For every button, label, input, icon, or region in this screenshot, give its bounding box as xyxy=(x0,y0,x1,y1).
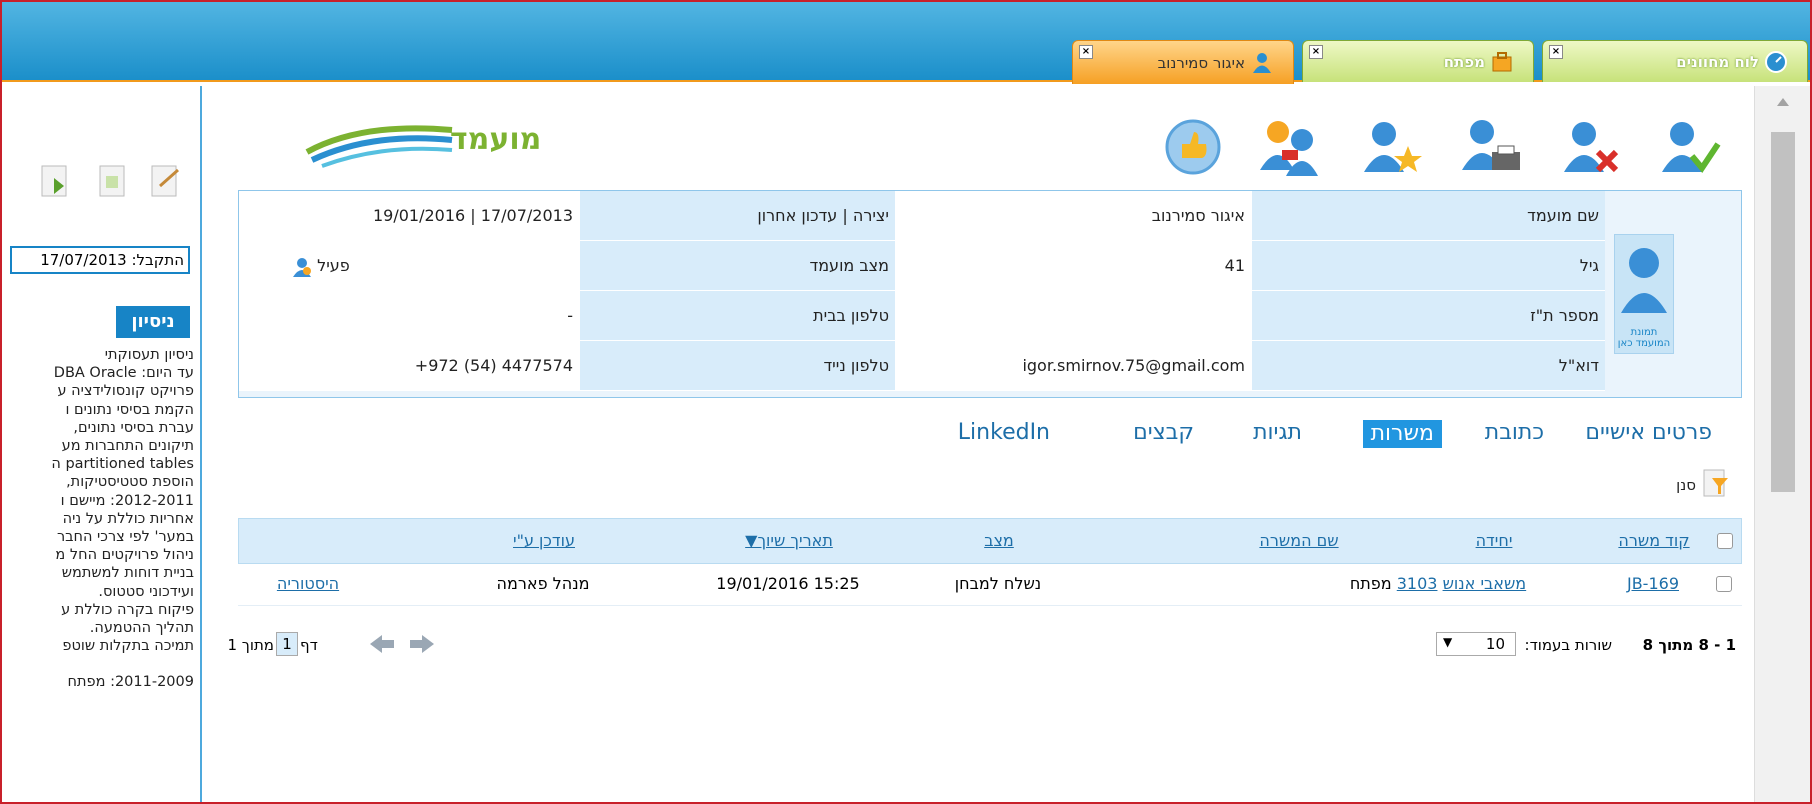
screen: × לוח מחוונים × מפתח × איגור סמירנוב התק… xyxy=(0,0,1812,804)
user-icon xyxy=(1253,52,1271,73)
logo-wave-icon xyxy=(305,125,453,168)
info-label: גיל xyxy=(1251,241,1605,291)
tab-label: איגור סמירנוב xyxy=(1157,53,1245,72)
pager: 1 - 8 מתוך 8 שורות בעמוד: ▼ 10 דף 1 מתוך… xyxy=(227,628,1742,662)
experience-heading: ניסיון xyxy=(116,306,190,338)
info-value: איגור סמירנוב xyxy=(895,191,1251,241)
received-date: התקבל: 17/07/2013 xyxy=(10,246,190,274)
info-label: יצירה | עדכון אחרון xyxy=(579,191,895,241)
tab-label: לוח מחוונים xyxy=(1676,52,1759,71)
row-checkbox[interactable] xyxy=(1716,576,1732,592)
next-page-icon[interactable] xyxy=(408,634,438,654)
assign-date: 19/01/2016 15:25 xyxy=(716,574,860,593)
info-label: טלפון בבית xyxy=(579,291,895,341)
tab-dashboard[interactable]: × לוח מחוונים xyxy=(1542,40,1808,82)
tab-developer[interactable]: × מפתח xyxy=(1302,40,1534,82)
logo: מועמד xyxy=(302,112,542,172)
user-placeholder-icon xyxy=(1621,248,1667,313)
scroll-thumb[interactable] xyxy=(1771,132,1795,492)
favorite-candidate-icon[interactable] xyxy=(1358,114,1424,180)
col-status[interactable]: מצב xyxy=(959,531,1039,550)
info-value: 19/01/2016 | 17/07/2013 xyxy=(239,191,579,241)
photo-caption: תמונת המועמד כאן xyxy=(1617,327,1671,349)
job-cell: משאבי אנוש 3103 מפתח xyxy=(1318,574,1558,593)
document-icon xyxy=(99,165,125,197)
info-label: דוא"ל xyxy=(1251,341,1605,391)
left-panel: התקבל: 17/07/2013 ניסיון ניסיון תעסוקתי … xyxy=(2,86,202,802)
rows-per-page-select[interactable]: ▼ 10 xyxy=(1436,632,1516,656)
job-status: נשלח למבחן xyxy=(954,574,1042,593)
col-updated-by[interactable]: עודכן ע"י xyxy=(489,531,599,550)
col-assign-date[interactable]: תאריך שיוך▼ xyxy=(709,531,869,550)
info-value: - xyxy=(239,291,579,341)
tab-personal-details[interactable]: פרטים אישיים xyxy=(1585,420,1712,445)
rows-per-page-value: 10 xyxy=(1485,635,1505,653)
rows-per-page-label: שורות בעמוד: xyxy=(1524,636,1612,654)
tab-linkedin[interactable]: LinkedIn xyxy=(958,420,1050,445)
edit-document-icon xyxy=(151,165,179,197)
document-actions xyxy=(22,162,192,202)
tab-candidate[interactable]: × איגור סמירנוב xyxy=(1072,40,1294,84)
top-bar: × לוח מחוונים × מפתח × איגור סמירנוב xyxy=(2,2,1810,84)
email-value: igor.smirnov.75@gmail.com xyxy=(895,341,1251,391)
table-row[interactable]: JB-169 משאבי אנוש 3103 מפתח נשלח למבחן 1… xyxy=(238,564,1742,606)
job-name: מפתח xyxy=(1349,574,1392,593)
tab-files[interactable]: קבצים xyxy=(1133,420,1194,445)
job-code-link[interactable]: JB-169 xyxy=(1608,574,1698,593)
page-number-input[interactable]: 1 xyxy=(276,632,298,656)
info-label: שם מועמד xyxy=(1251,191,1605,241)
candidate-photo[interactable]: תמונת המועמד כאן xyxy=(1614,234,1674,354)
assign-candidate-icon[interactable] xyxy=(1258,114,1324,180)
tab-label: מפתח xyxy=(1443,52,1485,71)
like-icon[interactable] xyxy=(1160,114,1226,180)
info-label: טלפון נייד xyxy=(579,341,895,391)
result-range: 1 - 8 מתוך 8 xyxy=(1642,636,1736,654)
vertical-scrollbar[interactable] xyxy=(1754,86,1810,802)
briefcase-icon xyxy=(1492,51,1512,71)
tab-address[interactable]: כתובת xyxy=(1485,420,1544,445)
download-document-icon xyxy=(41,165,67,197)
tab-jobs[interactable]: משרות xyxy=(1362,420,1442,448)
page-label: דף xyxy=(300,636,318,654)
job-unit-link[interactable]: משאבי אנוש xyxy=(1443,574,1527,593)
info-label: מספר ת"ז xyxy=(1251,291,1605,341)
close-icon[interactable]: × xyxy=(1309,45,1323,59)
table-header: קוד משרה יחידה שם המשרה מצב תאריך שיוך▼ … xyxy=(238,518,1742,564)
scroll-up-icon[interactable] xyxy=(1777,98,1789,106)
document-icons xyxy=(41,165,179,197)
dashboard-icon xyxy=(1765,50,1787,73)
info-value: 41 xyxy=(895,241,1251,291)
candidate-info: שם מועמד איגור סמירנוב יצירה | עדכון אחר… xyxy=(238,190,1742,398)
col-unit[interactable]: יחידה xyxy=(1449,531,1539,550)
filter-label: סנן xyxy=(1676,476,1696,494)
select-all-checkbox[interactable] xyxy=(1717,533,1733,549)
chevron-down-icon: ▼ xyxy=(1443,635,1453,649)
page-of-label: מתוך 1 xyxy=(227,636,274,654)
filter-icon xyxy=(1703,469,1728,497)
experience-text: ניסיון תעסוקתי עד היום: DBA Oracle פרויק… xyxy=(51,347,194,691)
logo-text: מועמד xyxy=(450,122,542,157)
candidate-status-value: פעיל xyxy=(239,241,579,291)
close-icon[interactable]: × xyxy=(1079,45,1093,59)
job-number-link[interactable]: 3103 xyxy=(1397,574,1438,593)
active-user-icon xyxy=(293,257,311,277)
print-candidate-icon[interactable] xyxy=(1458,114,1524,180)
col-job-code[interactable]: קוד משרה xyxy=(1599,531,1709,550)
tab-tags[interactable]: תגיות xyxy=(1253,420,1302,445)
approve-candidate-icon[interactable] xyxy=(1656,114,1722,180)
col-job-name[interactable]: שם המשרה xyxy=(1229,531,1369,550)
mobile-phone-value: +972 (54) 4477574 xyxy=(239,341,579,391)
history-link[interactable]: היסטוריה xyxy=(258,574,358,593)
updated-by: מנהל פארמה xyxy=(496,574,590,593)
reject-candidate-icon[interactable] xyxy=(1558,114,1624,180)
info-label: מצב מועמד xyxy=(579,241,895,291)
close-icon[interactable]: × xyxy=(1549,45,1563,59)
filter-button[interactable]: סנן xyxy=(1626,468,1736,498)
prev-page-icon[interactable] xyxy=(366,634,396,654)
info-value xyxy=(895,291,1251,341)
